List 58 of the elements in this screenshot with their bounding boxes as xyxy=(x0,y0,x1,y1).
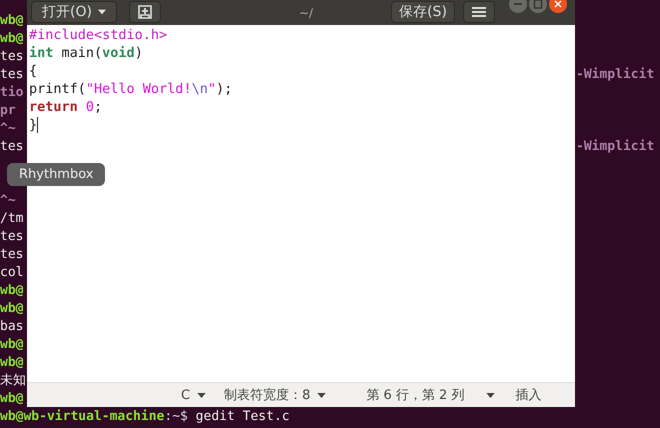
caret-icon xyxy=(98,9,106,15)
code-text: int xyxy=(29,44,54,62)
caret-icon[interactable] xyxy=(486,392,496,398)
terminal-text: 未知 xyxy=(0,372,26,390)
terminal-text: tes xyxy=(0,138,24,156)
insert-mode: 插入 xyxy=(515,387,542,404)
code-text: \n xyxy=(192,80,208,98)
window-subtitle: ~/ xyxy=(298,6,314,20)
terminal-text: tes xyxy=(0,48,24,66)
code-text: ) xyxy=(134,44,143,62)
tooltip: Rhythmbox xyxy=(7,163,106,186)
code-text: " xyxy=(208,80,216,98)
save-button[interactable]: 保存(S) xyxy=(391,1,455,23)
new-document-icon xyxy=(137,4,153,20)
terminal-text: wb@ xyxy=(0,12,24,30)
terminal-text: gedit Test.c xyxy=(194,408,290,426)
code-text: { xyxy=(29,62,38,80)
terminal-text: tio xyxy=(0,84,24,102)
terminal-text: tes xyxy=(0,246,24,264)
terminal-text: pr xyxy=(0,102,16,120)
terminal-text: -Wimplicit xyxy=(576,66,654,84)
open-button[interactable]: 打开(O) xyxy=(31,1,117,23)
terminal-text: wb@ xyxy=(0,282,24,300)
terminal-text: wb@wb-virtual-machine xyxy=(0,408,164,426)
code-text: return xyxy=(29,98,78,116)
menu-button[interactable] xyxy=(463,1,495,23)
code-text: } xyxy=(29,116,38,134)
caret-icon xyxy=(197,392,206,398)
code-text: 0 xyxy=(84,98,94,116)
terminal-text: wb@ xyxy=(0,336,24,354)
terminal-text: wb@ xyxy=(0,390,24,408)
menu-icon xyxy=(472,7,486,17)
terminal-text: bas xyxy=(0,318,24,336)
code-text: "Hello World! xyxy=(86,80,192,98)
terminal-text: ^~ xyxy=(0,120,16,138)
close-icon[interactable] xyxy=(549,0,567,13)
terminal-text: :~$ xyxy=(164,408,188,426)
minimize-icon[interactable] xyxy=(509,0,527,13)
language-dropdown[interactable]: C xyxy=(181,388,206,402)
terminal-text: tes xyxy=(0,66,24,84)
terminal-text: /tm xyxy=(0,210,24,228)
terminal-text: -Wimplicit xyxy=(576,138,654,156)
terminal-text: ^~ xyxy=(0,192,16,210)
terminal-text: wb@ xyxy=(0,30,24,48)
caret-icon xyxy=(317,392,326,398)
terminal-text: col xyxy=(0,264,24,282)
terminal-text: wb@ xyxy=(0,354,24,372)
new-document-button[interactable] xyxy=(129,1,161,23)
code-text: printf( xyxy=(29,80,86,98)
code-text: ; xyxy=(94,98,102,116)
tab-width-dropdown[interactable]: 制表符宽度：8 xyxy=(224,386,326,404)
code-text: main( xyxy=(60,44,102,62)
code-text: #include<stdio.h> xyxy=(29,26,168,44)
code-text: ); xyxy=(216,80,232,98)
code-text: void xyxy=(102,44,135,62)
terminal-text: wb@ xyxy=(0,300,24,318)
cursor-position: 第 6 行，第 2 列 xyxy=(366,387,464,404)
terminal-text: tes xyxy=(0,228,24,246)
